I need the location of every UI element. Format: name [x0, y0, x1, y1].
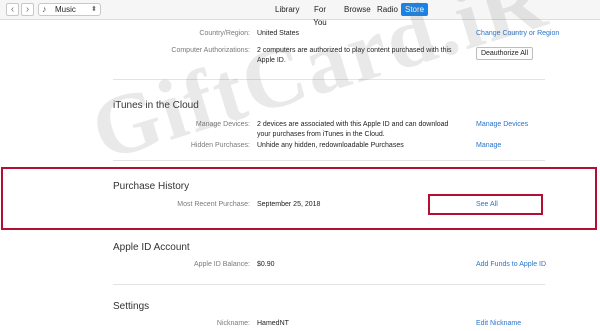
apple-id-balance-value: $0.90 — [257, 261, 275, 268]
settings-title: Settings — [113, 301, 150, 312]
add-funds-link[interactable]: Add Funds to Apple ID — [476, 260, 546, 270]
nickname-label: Nickname: — [216, 320, 250, 327]
tab-store[interactable]: Store — [401, 3, 428, 16]
chevron-right-icon: › — [25, 4, 30, 15]
purchase-history-title: Purchase History — [113, 181, 190, 192]
most-recent-purchase-value: September 25, 2018 — [257, 201, 321, 208]
apple-id-account-title: Apple ID Account — [113, 242, 190, 253]
hidden-purchases-label: Hidden Purchases: — [190, 142, 250, 149]
tab-browse[interactable]: Browse — [340, 3, 371, 16]
section-divider — [113, 160, 545, 161]
tab-library[interactable]: Library — [271, 3, 299, 16]
authorizations-value: 2 computers are authorized to play conte… — [257, 47, 452, 64]
manage-devices-link[interactable]: Manage Devices — [476, 120, 528, 130]
tab-radio[interactable]: Radio — [373, 3, 398, 16]
top-toolbar: ‹ › ♪ Music ⬍ Library For You Browse Rad… — [0, 0, 600, 27]
cloud-section-title: iTunes in the Cloud — [113, 100, 199, 111]
chevron-left-icon: ‹ — [10, 4, 15, 15]
forward-button[interactable]: › — [21, 3, 34, 16]
updown-chevron-icon: ⬍ — [91, 6, 97, 13]
country-value: United States — [257, 30, 300, 37]
see-all-link[interactable]: See All — [476, 200, 498, 210]
manage-hidden-link[interactable]: Manage — [476, 141, 501, 151]
hidden-purchases-value: Unhide any hidden, redownloadable Purcha… — [257, 142, 404, 149]
back-button[interactable]: ‹ — [6, 3, 19, 16]
manage-devices-value: 2 devices are associated with this Apple… — [257, 121, 449, 138]
tab-for-you[interactable]: For You — [304, 3, 336, 27]
country-label: Country/Region: — [199, 30, 250, 37]
section-divider — [113, 284, 545, 285]
media-type-value: Music — [55, 5, 76, 14]
most-recent-purchase-label: Most Recent Purchase: — [177, 201, 250, 208]
authorizations-label: Computer Authorizations: — [171, 47, 250, 54]
change-country-link[interactable]: Change Country or Region — [476, 29, 559, 39]
nickname-value: HamedNT — [257, 320, 289, 327]
manage-devices-label: Manage Devices: — [195, 121, 250, 128]
deauthorize-all-button[interactable]: Deauthorize All — [476, 47, 533, 60]
edit-nickname-link[interactable]: Edit Nickname — [476, 319, 521, 329]
media-type-select[interactable]: ♪ Music ⬍ — [38, 3, 101, 16]
apple-id-balance-label: Apple ID Balance: — [193, 261, 250, 268]
music-note-icon: ♪ — [42, 4, 47, 14]
section-divider — [113, 79, 545, 80]
